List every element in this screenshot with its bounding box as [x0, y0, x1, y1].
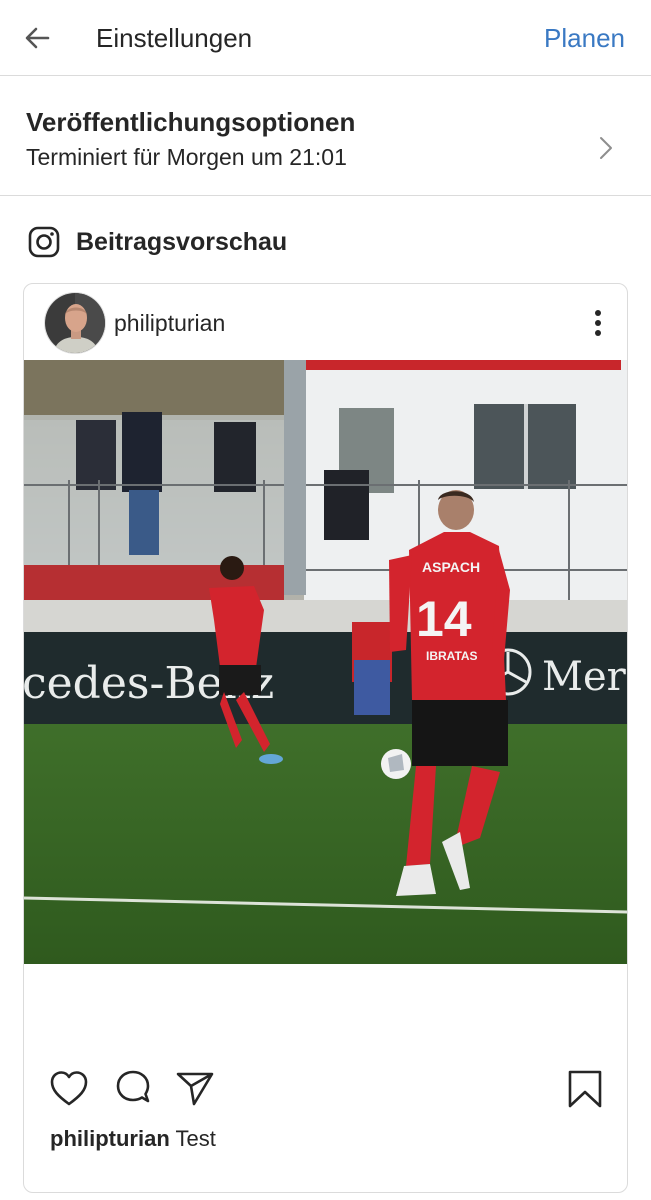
page-title: Einstellungen	[96, 23, 253, 53]
send-icon[interactable]	[174, 1068, 216, 1110]
avatar	[44, 292, 106, 354]
publishing-options-title: Veröffentlichungsoptionen	[26, 107, 356, 137]
chevron-right-icon	[600, 137, 612, 159]
schedule-button[interactable]: Planen	[544, 22, 625, 54]
publishing-options-row[interactable]: Veröffentlichungsoptionen Terminiert für…	[0, 76, 651, 196]
jersey-number: 14	[416, 591, 472, 647]
post-preview-title: Beitragsvorschau	[76, 228, 288, 256]
caption-username[interactable]: philipturian	[50, 1126, 170, 1151]
jersey-sponsor: IBRATAS	[426, 649, 478, 663]
arrow-left-icon	[25, 27, 50, 49]
banner-text-right: Merc	[542, 654, 628, 700]
caption-text: Test	[175, 1126, 216, 1151]
post-preview-card: philipturian cedes-Benz Mer ASPACH 14 IB…	[23, 283, 628, 1193]
more-vertical-icon[interactable]	[593, 308, 603, 338]
comment-icon[interactable]	[112, 1068, 154, 1110]
jersey-name: ASPACH	[422, 559, 480, 575]
post-preview-heading: Beitragsvorschau	[28, 224, 428, 260]
back-button[interactable]	[20, 22, 56, 54]
heart-icon[interactable]	[48, 1068, 90, 1110]
top-bar: Einstellungen Planen	[0, 0, 651, 76]
post-username[interactable]: philipturian	[114, 308, 225, 338]
post-actions	[24, 1068, 627, 1110]
instagram-icon	[28, 226, 60, 258]
publishing-schedule-text: Terminiert für Morgen um 21:01	[26, 144, 347, 170]
post-caption: philipturian Test	[50, 1124, 216, 1154]
post-image: cedes-Benz Merc ASPA	[24, 360, 628, 964]
bookmark-icon[interactable]	[564, 1068, 606, 1110]
